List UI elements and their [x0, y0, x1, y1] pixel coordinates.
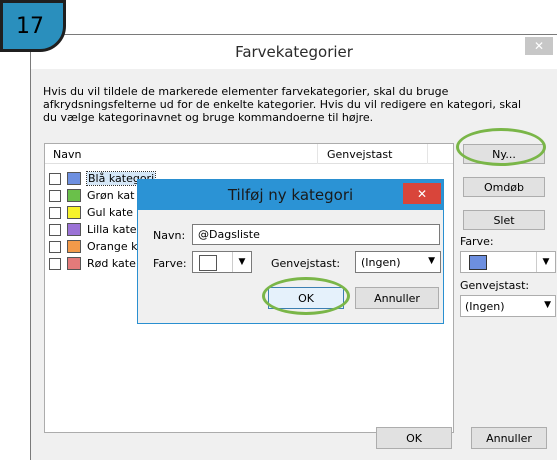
- category-color-swatch: [67, 189, 81, 202]
- chevron-down-icon: ▼: [536, 252, 555, 272]
- category-label[interactable]: Grøn kat: [87, 189, 134, 202]
- category-checkbox[interactable]: [49, 207, 61, 219]
- shortcut-dropdown[interactable]: (Ingen) ▼: [460, 295, 556, 317]
- category-color-swatch: [67, 257, 81, 270]
- color-label: Farve:: [460, 235, 494, 248]
- column-shortcut-header[interactable]: Genvejstast: [327, 148, 392, 161]
- category-checkbox[interactable]: [49, 190, 61, 202]
- dialog-title-text: Tilføj ny kategori: [227, 186, 354, 204]
- name-label: Navn:: [153, 229, 186, 242]
- chevron-down-icon: ▼: [428, 256, 435, 266]
- ok-button[interactable]: OK: [376, 427, 452, 449]
- category-checkbox[interactable]: [49, 173, 61, 185]
- shortcut-label: Genvejstast:: [271, 257, 341, 270]
- shortcut-label: Genvejstast:: [460, 279, 530, 292]
- category-checkbox[interactable]: [49, 224, 61, 236]
- dialog-body: Navn: @Dagsliste Farve: ▼ Genvejstast: (…: [144, 214, 441, 318]
- category-color-swatch: [67, 223, 81, 236]
- column-divider: [317, 144, 318, 164]
- color-swatch: [469, 255, 487, 270]
- ok-button[interactable]: OK: [268, 287, 344, 309]
- shortcut-value: (Ingen): [465, 300, 505, 313]
- category-color-swatch: [67, 240, 81, 253]
- category-color-swatch: [67, 206, 81, 219]
- column-name-header[interactable]: Navn: [53, 148, 81, 161]
- close-icon[interactable]: ✕: [403, 183, 441, 204]
- color-dropdown[interactable]: ▼: [460, 251, 556, 273]
- name-input[interactable]: @Dagsliste: [192, 224, 440, 245]
- chevron-down-icon: ▼: [232, 252, 251, 272]
- chevron-down-icon: ▼: [544, 300, 551, 310]
- close-icon[interactable]: ✕: [525, 37, 553, 55]
- instruction-text: Hvis du vil tildele de markerede element…: [43, 85, 522, 124]
- dialog-title: Farvekategorier: [31, 35, 557, 69]
- color-label: Farve:: [153, 257, 187, 270]
- column-divider: [427, 144, 428, 164]
- dialog-title: Tilføj ny kategori: [138, 180, 443, 210]
- category-label[interactable]: Rød kate: [87, 257, 136, 270]
- category-label[interactable]: Lilla kate: [87, 223, 137, 236]
- shortcut-value: (Ingen): [361, 256, 401, 269]
- category-label[interactable]: Gul kate: [87, 206, 133, 219]
- rename-button[interactable]: Omdøb: [463, 177, 545, 197]
- dialog-title-text: Farvekategorier: [235, 43, 353, 61]
- category-checkbox[interactable]: [49, 241, 61, 253]
- step-badge: 17: [0, 0, 66, 52]
- category-checkbox[interactable]: [49, 258, 61, 270]
- shortcut-dropdown[interactable]: (Ingen) ▼: [355, 251, 441, 273]
- category-label[interactable]: Orange k: [87, 240, 138, 253]
- cancel-button[interactable]: Annuller: [471, 427, 547, 449]
- add-category-dialog: Tilføj ny kategori ✕ Navn: @Dagsliste Fa…: [137, 179, 444, 324]
- new-category-button[interactable]: Ny...: [463, 144, 545, 164]
- category-color-swatch: [67, 172, 81, 185]
- step-number: 17: [16, 13, 44, 39]
- color-dropdown[interactable]: ▼: [192, 251, 252, 273]
- list-header: Navn Genvejstast: [45, 144, 453, 164]
- delete-button[interactable]: Slet: [463, 210, 545, 230]
- cancel-button[interactable]: Annuller: [355, 287, 439, 309]
- color-swatch: [199, 255, 217, 271]
